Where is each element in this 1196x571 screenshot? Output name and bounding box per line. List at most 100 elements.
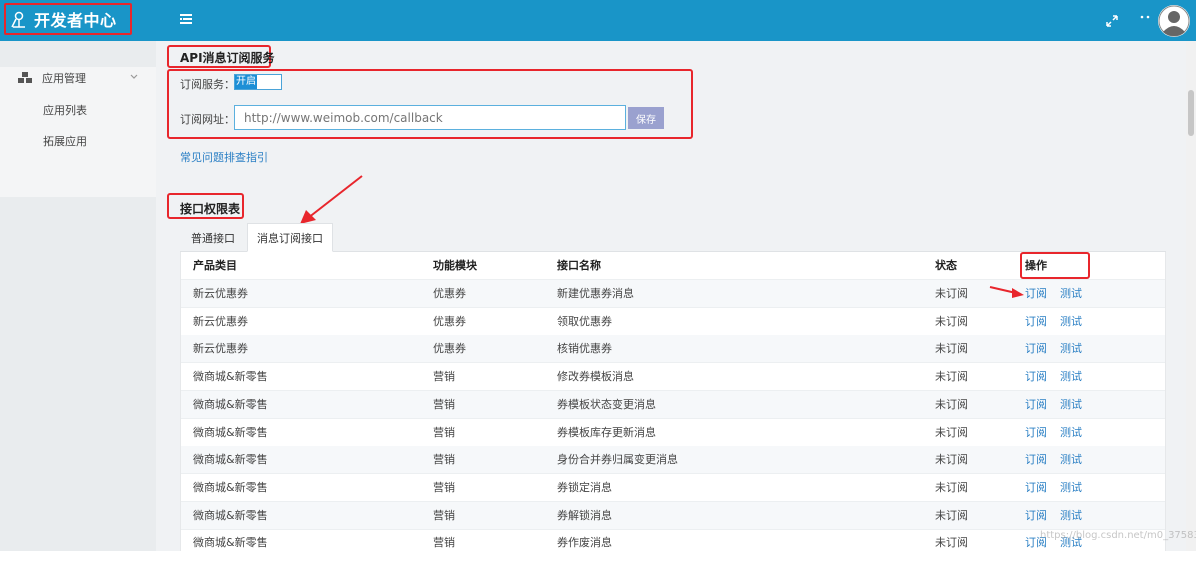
test-link[interactable]: 测试 <box>1060 419 1082 446</box>
subscribe-link[interactable]: 订阅 <box>1025 419 1047 446</box>
cell-api-name: 券锁定消息 <box>557 480 612 494</box>
user-icon <box>1158 5 1190 37</box>
cell-status: 未订阅 <box>935 397 968 411</box>
watermark: https://blog.csdn.net/m0_37583655 <box>1040 530 1196 541</box>
table-row: 新云优惠券 优惠券 领取优惠券 未订阅 订阅 测试 <box>181 308 1165 336</box>
toggle-on-label: 开启 <box>235 75 257 89</box>
cell-status: 未订阅 <box>935 425 968 439</box>
cell-category: 微商城&新零售 <box>193 453 268 467</box>
table-row: 微商城&新零售 营销 券作废消息 未订阅 订阅 测试 <box>181 529 1165 551</box>
cell-module: 营销 <box>433 508 455 522</box>
app-logo[interactable]: 开发者中心 <box>4 3 132 35</box>
cell-api-name: 核销优惠券 <box>557 342 612 356</box>
permissions-title: 接口权限表 <box>180 202 241 216</box>
cell-category: 新云优惠券 <box>193 287 248 300</box>
cell-module: 营销 <box>433 370 455 384</box>
tab-normal-api[interactable]: 普通接口 <box>180 223 246 252</box>
cell-api-name: 券模板状态变更消息 <box>557 397 656 411</box>
sidebar: 应用管理 应用列表 拓展应用 <box>0 41 156 551</box>
top-bar: 开发者中心 <box>0 0 1196 41</box>
test-link[interactable]: 测试 <box>1060 335 1082 362</box>
cell-module: 营销 <box>433 480 455 494</box>
sidebar-item-app-management[interactable]: 应用管理 <box>0 63 156 93</box>
subscription-toggle[interactable]: 开启 <box>234 74 282 90</box>
cell-module: 优惠券 <box>433 314 466 328</box>
cell-api-name: 领取优惠券 <box>557 314 612 328</box>
cell-module: 优惠券 <box>433 342 466 356</box>
table-row: 微商城&新零售 营销 券解锁消息 未订阅 订阅 测试 <box>181 501 1165 530</box>
test-link[interactable]: 测试 <box>1060 391 1082 418</box>
cell-module: 优惠券 <box>433 287 466 300</box>
test-link[interactable]: 测试 <box>1060 446 1082 473</box>
developer-icon <box>11 11 25 28</box>
annotation-arrow <box>300 175 363 224</box>
cell-status: 未订阅 <box>935 480 968 494</box>
cell-api-name: 新建优惠券消息 <box>557 287 634 300</box>
callback-url-input[interactable] <box>234 105 626 130</box>
highlight-box <box>1020 252 1090 279</box>
cell-module: 营销 <box>433 453 455 467</box>
table-row: 微商城&新零售 营销 券锁定消息 未订阅 订阅 测试 <box>181 474 1165 502</box>
fullscreen-icon[interactable] <box>1106 15 1118 27</box>
user-avatar[interactable] <box>1158 5 1190 37</box>
column-header: 接口名称 <box>557 259 601 272</box>
cell-status: 未订阅 <box>935 342 968 356</box>
sidebar-item-extended-apps[interactable]: 拓展应用 <box>0 126 156 156</box>
subscribe-link[interactable]: 订阅 <box>1025 502 1047 529</box>
table-row: 微商城&新零售 营销 修改券模板消息 未订阅 订阅 测试 <box>181 363 1165 392</box>
test-link[interactable]: 测试 <box>1060 308 1082 335</box>
service-label: 订阅服务： <box>180 78 235 91</box>
url-label: 订阅网址： <box>180 113 235 126</box>
cell-category: 微商城&新零售 <box>193 425 268 439</box>
cell-status: 未订阅 <box>935 453 968 467</box>
faq-link[interactable]: 常见问题排查指引 <box>180 149 268 165</box>
save-button[interactable]: 保存 <box>628 107 664 129</box>
cell-module: 营销 <box>433 536 455 550</box>
chevron-down-icon <box>130 74 138 79</box>
cell-status: 未订阅 <box>935 508 968 522</box>
cell-api-name: 身份合并券归属变更消息 <box>557 453 678 467</box>
test-link[interactable]: 测试 <box>1060 474 1082 501</box>
cell-category: 微商城&新零售 <box>193 480 268 494</box>
subscribe-link[interactable]: 订阅 <box>1025 474 1047 501</box>
cell-status: 未订阅 <box>935 370 968 384</box>
scrollbar-thumb[interactable] <box>1188 90 1194 136</box>
bottom-strip <box>0 551 1196 571</box>
more-icon[interactable] <box>1140 14 1150 22</box>
cell-category: 新云优惠券 <box>193 314 248 328</box>
cell-api-name: 券作废消息 <box>557 536 612 550</box>
tab-message-subscription-api[interactable]: 消息订阅接口 <box>247 223 333 252</box>
cell-status: 未订阅 <box>935 314 968 328</box>
column-header: 功能模块 <box>433 259 477 272</box>
app-title: 开发者中心 <box>34 11 117 30</box>
cell-module: 营销 <box>433 397 455 411</box>
cell-category: 微商城&新零售 <box>193 508 268 522</box>
cell-api-name: 券解锁消息 <box>557 508 612 522</box>
table-row: 新云优惠券 优惠券 核销优惠券 未订阅 订阅 测试 <box>181 335 1165 364</box>
test-link[interactable]: 测试 <box>1060 363 1082 390</box>
table-header: 产品类目 功能模块 接口名称 状态 操作 <box>181 252 1165 280</box>
cell-api-name: 修改券模板消息 <box>557 370 634 384</box>
subscribe-link[interactable]: 订阅 <box>1025 446 1047 473</box>
subscribe-link[interactable]: 订阅 <box>1025 363 1047 390</box>
cell-category: 新云优惠券 <box>193 342 248 356</box>
test-link[interactable]: 测试 <box>1060 502 1082 529</box>
sidebar-item-label: 应用列表 <box>43 104 87 117</box>
cell-status: 未订阅 <box>935 536 968 550</box>
cubes-icon <box>18 72 32 83</box>
cell-category: 微商城&新零售 <box>193 397 268 411</box>
cell-category: 微商城&新零售 <box>193 536 268 550</box>
column-header: 状态 <box>935 259 957 272</box>
subscribe-link[interactable]: 订阅 <box>1025 335 1047 362</box>
table-row: 微商城&新零售 营销 身份合并券归属变更消息 未订阅 订阅 测试 <box>181 446 1165 475</box>
test-link[interactable]: 测试 <box>1060 280 1082 307</box>
annotation-arrow <box>989 286 1024 298</box>
sidebar-item-label: 应用管理 <box>42 72 86 85</box>
subscribe-link[interactable]: 订阅 <box>1025 280 1047 307</box>
subscribe-link[interactable]: 订阅 <box>1025 391 1047 418</box>
cell-api-name: 券模板库存更新消息 <box>557 425 656 439</box>
cell-status: 未订阅 <box>935 287 968 300</box>
subscribe-link[interactable]: 订阅 <box>1025 308 1047 335</box>
sidebar-item-app-list[interactable]: 应用列表 <box>0 95 156 125</box>
menu-toggle-icon[interactable] <box>180 14 192 24</box>
